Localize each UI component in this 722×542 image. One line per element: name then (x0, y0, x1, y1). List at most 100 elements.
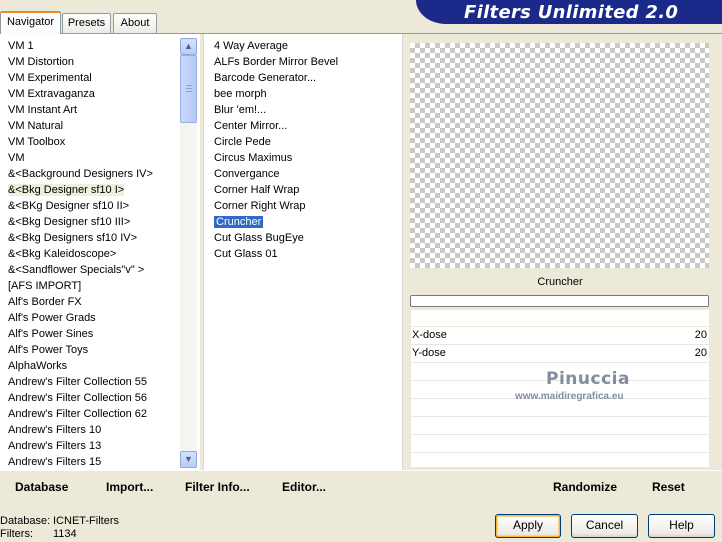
filter-item-label: Barcode Generator... (214, 72, 317, 84)
category-item-label: VM Experimental (8, 72, 92, 84)
filter-item-label: Circle Pede (214, 136, 271, 148)
param-label: Y-dose (412, 347, 446, 359)
category-item[interactable]: &<Bkg Designer sf10 III> (8, 214, 153, 230)
category-item[interactable]: [AFS IMPORT] (8, 278, 153, 294)
category-panel: VM 1 VM Distortion VM Experimental VM Extra… (0, 34, 200, 470)
category-item[interactable]: &<Bkg Designers sf10 IV> (8, 230, 153, 246)
category-item[interactable]: VM Natural (8, 118, 153, 134)
filter-item[interactable]: Circle Pede (214, 134, 338, 150)
category-item-label: Andrew's Filter Collection 62 (8, 408, 148, 420)
category-item[interactable]: Alf's Power Toys (8, 342, 153, 358)
category-item[interactable]: Andrew's Filters 13 (8, 438, 153, 454)
scroll-down-button[interactable]: ▼ (180, 451, 197, 468)
category-item-label: &<Bkg Designers sf10 IV> (8, 232, 138, 244)
category-item-label: AlphaWorks (8, 360, 68, 372)
category-item-label: VM Toolbox (8, 136, 66, 148)
status-database-value: ICNET-Filters (53, 515, 119, 527)
category-item[interactable]: Alf's Power Sines (8, 326, 153, 342)
filter-item[interactable]: Circus Maximus (214, 150, 338, 166)
reset-link[interactable]: Reset (652, 480, 685, 494)
tab-about[interactable]: About (113, 13, 157, 33)
category-item[interactable]: VM Distortion (8, 54, 153, 70)
filter-item[interactable]: Corner Half Wrap (214, 182, 338, 198)
category-item[interactable]: &<BKg Designer sf10 II> (8, 198, 153, 214)
category-item-label: &<Bkg Kaleidoscope> (8, 248, 117, 260)
scroll-up-button[interactable]: ▲ (180, 38, 197, 55)
filter-item[interactable]: 4 Way Average (214, 38, 338, 54)
category-item[interactable]: AlphaWorks (8, 358, 153, 374)
category-item[interactable]: VM (8, 150, 153, 166)
filter-item[interactable]: Cut Glass BugEye (214, 230, 338, 246)
filter-info-link[interactable]: Filter Info... (185, 480, 250, 494)
category-item-label: Alf's Power Grads (8, 312, 96, 324)
tab-navigator[interactable]: Navigator (0, 11, 61, 34)
category-item[interactable]: Andrew's Filters 15 (8, 454, 153, 470)
import-link[interactable]: Import... (106, 480, 153, 494)
category-item[interactable]: Alf's Border FX (8, 294, 153, 310)
category-item-label: VM Instant Art (8, 104, 78, 116)
category-item-label: [AFS IMPORT] (8, 280, 82, 292)
category-item[interactable]: Andrew's Filters 10 (8, 422, 153, 438)
category-list: VM 1 VM Distortion VM Experimental VM Extra… (8, 38, 153, 470)
category-item-label: Alf's Border FX (8, 296, 82, 308)
banner-title: Filters Unlimited 2.0 (464, 2, 679, 23)
category-item-label: &<BKg Designer sf10 II> (8, 200, 130, 212)
filter-item[interactable]: Cruncher (214, 214, 338, 230)
apply-button[interactable]: Apply (495, 514, 561, 538)
category-item[interactable]: &<Background Designers IV> (8, 166, 153, 182)
category-scrollbar[interactable]: ▲ ▼ (180, 38, 197, 468)
filter-item-label: ALFs Border Mirror Bevel (214, 56, 339, 68)
randomize-link[interactable]: Randomize (553, 480, 617, 494)
filter-item[interactable]: ALFs Border Mirror Bevel (214, 54, 338, 70)
category-item[interactable]: Andrew's Filter Collection 56 (8, 390, 153, 406)
category-item[interactable]: &<Bkg Designer sf10 I> (8, 182, 153, 198)
preview-image (410, 43, 709, 268)
category-item-label: VM 1 (8, 40, 34, 52)
param-value[interactable]: 20 (695, 347, 707, 359)
filter-item[interactable]: Corner Right Wrap (214, 198, 338, 214)
editor-link[interactable]: Editor... (282, 480, 326, 494)
param-row-empty (411, 453, 709, 468)
category-item[interactable]: Alf's Power Grads (8, 310, 153, 326)
category-item[interactable]: &<Bkg Kaleidoscope> (8, 246, 153, 262)
category-item[interactable]: &<Sandflower Specials"v" > (8, 262, 153, 278)
category-item-label: VM Natural (8, 120, 64, 132)
filter-item-label: Corner Half Wrap (214, 184, 300, 196)
category-item[interactable]: VM Extravaganza (8, 86, 153, 102)
param-spacer (411, 310, 709, 326)
param-value[interactable]: 20 (695, 329, 707, 341)
tab-presets[interactable]: Presets (62, 13, 111, 33)
category-item[interactable]: VM Instant Art (8, 102, 153, 118)
category-item[interactable]: VM 1 (8, 38, 153, 54)
status-database-label: Database: (0, 515, 51, 527)
preview-filter-name: Cruncher (537, 276, 583, 288)
filter-item-label: Corner Right Wrap (214, 200, 306, 212)
category-item-label: VM (8, 152, 25, 164)
category-item-label: Andrew's Filters 15 (8, 456, 102, 468)
category-item[interactable]: Andrew's Filter Collection 62 (8, 406, 153, 422)
category-item[interactable]: VM Toolbox (8, 134, 153, 150)
param-row-y-dose[interactable]: Y-dose 20 (411, 345, 709, 363)
filter-item-label: 4 Way Average (214, 40, 288, 52)
filter-item[interactable]: Barcode Generator... (214, 70, 338, 86)
filter-item-label: Cruncher (214, 216, 264, 228)
filter-item[interactable]: Convergance (214, 166, 338, 182)
filter-item[interactable]: Blur 'em!... (214, 102, 338, 118)
param-row-empty (411, 435, 709, 453)
database-link[interactable]: Database (15, 480, 68, 494)
category-item-label: Andrew's Filters 10 (8, 424, 102, 436)
filter-list: 4 Way Average ALFs Border Mirror Bevel Bar… (214, 38, 338, 262)
filter-item[interactable]: Cut Glass 01 (214, 246, 338, 262)
category-item-label: &<Bkg Designer sf10 I> (8, 184, 125, 196)
help-button[interactable]: Help (648, 514, 715, 538)
category-item[interactable]: VM Experimental (8, 70, 153, 86)
category-item[interactable]: Andrew's Filter Collection 55 (8, 374, 153, 390)
category-item-label: VM Extravaganza (8, 88, 95, 100)
param-row-x-dose[interactable]: X-dose 20 (411, 327, 709, 345)
filter-item-label: Circus Maximus (214, 152, 293, 164)
filter-item[interactable]: Center Mirror... (214, 118, 338, 134)
filter-item[interactable]: bee morph (214, 86, 338, 102)
cancel-button[interactable]: Cancel (571, 514, 638, 538)
filter-item-label: Blur 'em!... (214, 104, 267, 116)
scroll-thumb[interactable] (180, 55, 197, 123)
